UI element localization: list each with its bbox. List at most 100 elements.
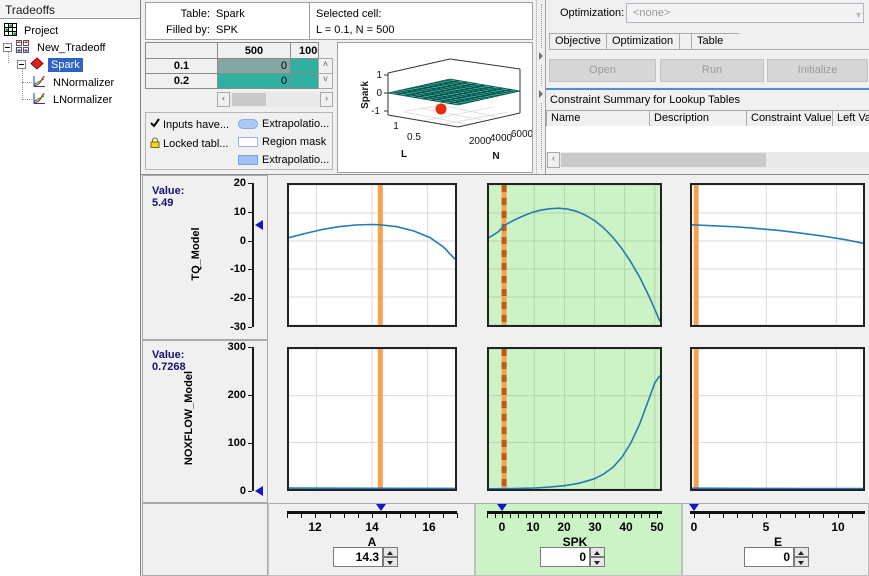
spinner-up-button[interactable] <box>383 547 398 557</box>
slider-bar-SPK[interactable] <box>487 511 662 514</box>
slider-tick <box>634 513 635 518</box>
tab-table[interactable]: Table <box>691 33 740 50</box>
slider-tick <box>649 513 650 518</box>
tradeoff-plot-NOXFLOW_Model-vs-SPK[interactable] <box>487 347 662 491</box>
tree-item-spark[interactable]: Spark <box>30 56 83 73</box>
tradeoff-plot-TQ_Model-vs-A[interactable] <box>287 183 457 327</box>
table-value: Spark <box>216 6 245 22</box>
tradeoff-plot-NOXFLOW_Model-vs-A[interactable] <box>287 347 457 491</box>
scroll-down-button[interactable]: ˅ <box>318 73 333 89</box>
column-header-500[interactable]: 500 <box>217 42 291 59</box>
tree-panel-title: Tradeoffs <box>0 0 140 19</box>
axis-tick-label: -10 <box>212 263 246 275</box>
table-cell[interactable]: 0 <box>217 73 291 89</box>
optimization-selected-value: <none> <box>633 7 670 19</box>
constraint-summary-title: Constraint Summary for Lookup Tables <box>550 94 740 106</box>
axis-tick <box>248 347 252 348</box>
scroll-left-button[interactable]: ‹ <box>217 92 230 107</box>
surface-plot-text: 6000 <box>511 129 532 140</box>
column-header-description: Description <box>649 110 747 127</box>
column-header-1000[interactable]: 1000 <box>290 42 319 59</box>
tree-item-nnormalizer[interactable]: NNormalizer <box>32 74 117 91</box>
slider-tick <box>657 513 658 518</box>
slider-tick <box>487 513 488 518</box>
a-value-input[interactable]: 14.3 <box>333 547 383 567</box>
selected-cell-box: Selected cell: L = 0.1, N = 500 <box>310 3 400 39</box>
splitter-expand-button[interactable] <box>537 86 545 102</box>
slider-marker-SPK[interactable] <box>497 504 507 511</box>
panel-splitter[interactable] <box>536 0 545 174</box>
table-cell[interactable] <box>290 73 319 89</box>
surface-plot-text: -1 <box>371 106 380 117</box>
spinner-up-button[interactable] <box>794 547 809 557</box>
scroll-right-button[interactable]: › <box>320 92 333 107</box>
spinner-down-button[interactable] <box>794 557 809 567</box>
axis-name-NOXFLOW_Model: NOXFLOW_Model <box>183 363 195 473</box>
tree-item-lnormalizer[interactable]: LNormalizer <box>32 91 115 108</box>
tree-item-new-tradeoff[interactable]: New_Tradeoff <box>16 39 108 56</box>
tradeoff-plot-NOXFLOW_Model-vs-E[interactable] <box>690 347 865 491</box>
slider-tick-label: 12 <box>308 520 321 534</box>
row-header-0.2[interactable]: 0.2 <box>145 73 218 89</box>
slider-tick <box>610 513 611 518</box>
slider-axis-name: A <box>368 535 377 549</box>
axis-tick <box>248 241 252 242</box>
slider-tick <box>838 513 839 518</box>
surface-plot-text: 0 <box>376 88 382 99</box>
optimization-panel: Optimization: <none> ▾ Objective Optimiz… <box>545 0 869 174</box>
tree-item-label: New_Tradeoff <box>34 41 108 55</box>
value-marker[interactable] <box>255 220 263 230</box>
scrollbar-thumb[interactable] <box>232 93 266 106</box>
tradeoff-plot-TQ_Model-vs-SPK[interactable] <box>487 183 662 327</box>
table-surface-view[interactable]: 10-1Spark10.5L200040006000N <box>337 42 533 173</box>
axis-tick <box>248 327 252 328</box>
spinner-up-button[interactable] <box>590 547 605 557</box>
value-axis-line <box>252 183 254 327</box>
tree-connector <box>22 82 32 83</box>
plot-canvas <box>692 349 863 489</box>
spinner-down-button[interactable] <box>590 557 605 567</box>
splitter-expand-button[interactable] <box>537 48 545 64</box>
e-value-input[interactable]: 0 <box>744 547 794 567</box>
collapse-toggle[interactable] <box>3 43 12 52</box>
scroll-left-button[interactable]: ‹ <box>547 152 560 168</box>
scrollbar-thumb[interactable] <box>561 153 766 167</box>
tradeoff-plot-TQ_Model-vs-E[interactable] <box>690 183 865 327</box>
selected-cell-marker <box>436 104 447 115</box>
table-cell-selected[interactable]: 0 <box>217 58 291 74</box>
open-button[interactable]: Open <box>549 59 656 82</box>
slider-marker-A[interactable] <box>376 504 386 511</box>
selected-cell-value: L = 0.1, N = 500 <box>316 22 394 38</box>
selected-cell-label: Selected cell: <box>316 6 394 22</box>
run-button[interactable]: Run <box>660 59 764 82</box>
table-info-bar: Table:Spark Filled by:SPK Selected cell:… <box>145 2 533 40</box>
slider-tick <box>429 513 430 518</box>
spk-value-input[interactable]: 0 <box>540 547 590 567</box>
slider-tick <box>533 513 534 518</box>
initialize-button[interactable]: Initialize <box>767 59 868 82</box>
extrapolation-rect-icon <box>238 155 258 165</box>
tree-item-project[interactable]: Project <box>4 22 61 39</box>
table-info-box: Table:Spark Filled by:SPK <box>146 3 310 39</box>
value-label: Value:5.49 <box>152 185 184 209</box>
table-cell[interactable] <box>290 58 319 74</box>
project-grid-icon <box>4 23 17 39</box>
spinner-down-button[interactable] <box>383 557 398 567</box>
legend-label: Inputs have... <box>163 119 229 131</box>
optimization-dropdown[interactable]: <none> ▾ <box>626 3 864 23</box>
slider-tick <box>603 513 604 518</box>
slider-marker-E[interactable] <box>689 504 699 511</box>
collapse-toggle[interactable] <box>17 60 26 69</box>
axis-tick <box>248 491 252 492</box>
optimization-label: Optimization: <box>560 7 624 19</box>
scroll-up-button[interactable]: ˄ <box>318 58 333 74</box>
tab-optimization[interactable]: Optimization <box>606 33 680 50</box>
axis-tick-label: -20 <box>212 292 246 304</box>
slider-axis-name: SPK <box>563 535 588 549</box>
normalizer-curve-icon <box>32 92 46 108</box>
legend-inputs: Inputs have... <box>150 118 229 131</box>
value-marker[interactable] <box>255 486 263 496</box>
slider-tick <box>572 513 573 518</box>
row-header-0.1[interactable]: 0.1 <box>145 58 218 74</box>
tab-objective[interactable]: Objective <box>549 33 607 50</box>
